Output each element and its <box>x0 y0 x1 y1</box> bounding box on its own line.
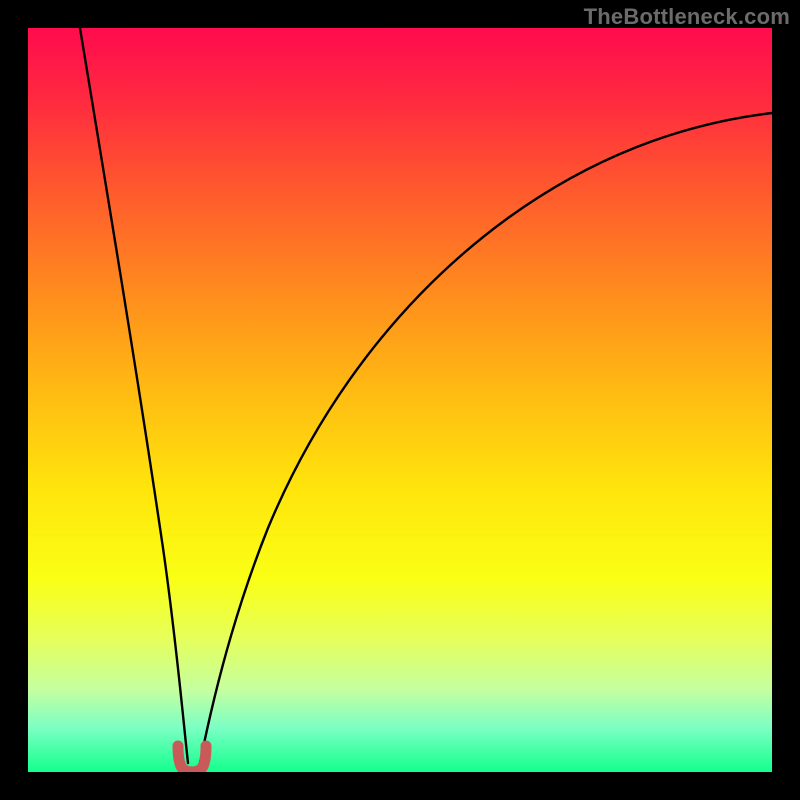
curve-left-branch <box>80 28 188 763</box>
curve-right-branch <box>200 113 772 763</box>
chart-plot-area <box>28 28 772 772</box>
watermark-text: TheBottleneck.com <box>584 4 790 30</box>
curve-marker-dip <box>178 746 206 772</box>
chart-curves-svg <box>28 28 772 772</box>
chart-frame: TheBottleneck.com <box>0 0 800 800</box>
